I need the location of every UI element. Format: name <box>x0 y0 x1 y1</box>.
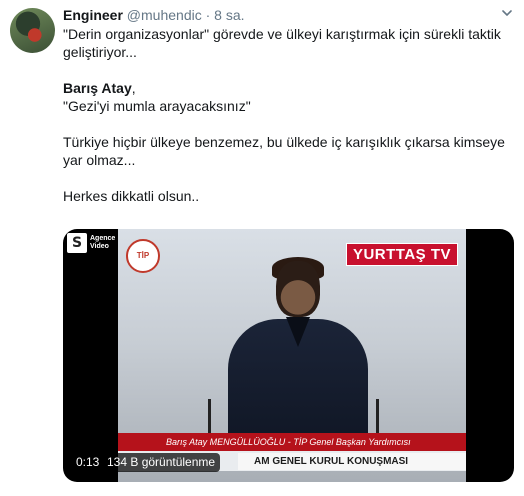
tweet-paragraph: Herkes dikkatli olsun.. <box>63 188 200 204</box>
agency-logo-text: Agence Video <box>90 235 116 250</box>
video-frame: TİP YURTTAŞ TV Barış Atay MENGÜLLÜOĞLU -… <box>118 229 466 482</box>
tweet-paragraph: Türkiye hiçbir ülkeye benzemez, bu ülked… <box>63 134 505 168</box>
video-views: 134 B görüntülenme <box>102 453 221 472</box>
lower-third-name: Barış Atay MENGÜLLÜOĞLU - TİP Genel Başk… <box>118 433 466 451</box>
video-player[interactable]: S Agence Video TİP YURTTAŞ TV Barış Atay… <box>63 229 514 482</box>
quoted-person-name: Barış Atay <box>63 80 132 96</box>
tweet-paragraph: "Derin organizasyonlar" görevde ve ülkey… <box>63 26 501 60</box>
avatar[interactable] <box>10 8 55 53</box>
speaker-head <box>276 261 320 317</box>
speaker-figure <box>218 257 378 469</box>
quote-text: "Gezi'yi mumla arayacaksınız" <box>63 98 251 114</box>
tweet-header: Engineer @muhendic · 8 sa. <box>63 7 245 23</box>
author-name[interactable]: Engineer <box>63 7 123 23</box>
author-handle[interactable]: @muhendic <box>127 7 202 23</box>
tweet-text: "Derin organizasyonlar" görevde ve ülkey… <box>63 25 513 223</box>
party-seal: TİP <box>126 239 160 273</box>
quoted-person-suffix: , <box>131 80 136 96</box>
chevron-down-icon[interactable] <box>500 6 514 20</box>
agency-logo: S <box>67 233 87 253</box>
lower-third-caption: AM GENEL KURUL KONUŞMASI <box>238 453 466 470</box>
quote-block: Barış Atay, "Gezi'yi mumla arayacaksınız" <box>63 79 513 115</box>
timestamp[interactable]: 8 sa. <box>214 7 244 23</box>
video-duration: 0:13 <box>71 453 105 472</box>
separator: · <box>205 7 211 23</box>
